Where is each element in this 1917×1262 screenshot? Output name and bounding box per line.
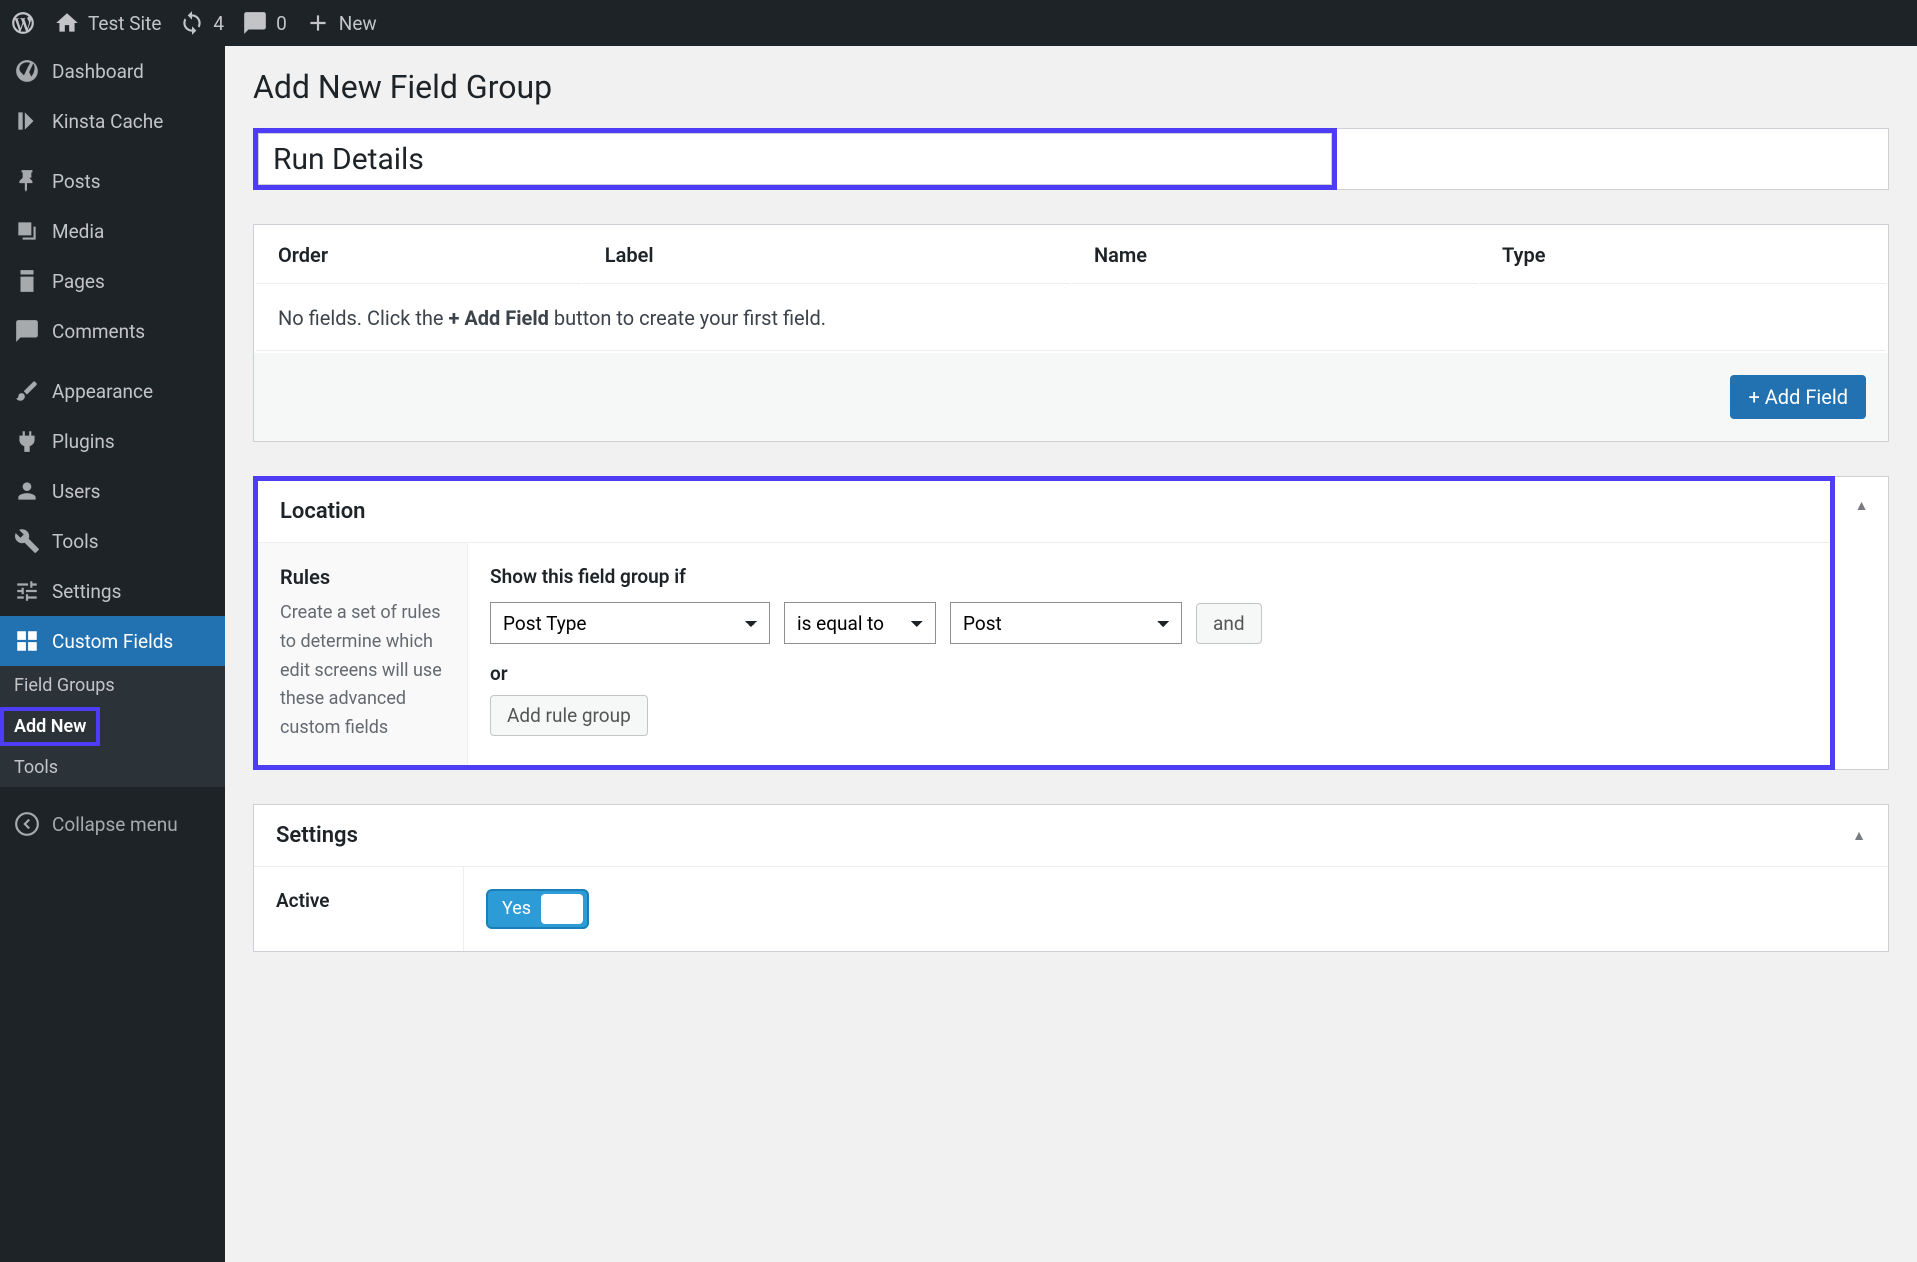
settings-active-label: Active — [254, 867, 464, 951]
refresh-icon — [179, 10, 205, 36]
collapse-label: Collapse menu — [52, 813, 178, 836]
location-rules-body: Show this field group if Post Type is eq… — [468, 543, 1830, 765]
new-label: New — [339, 12, 377, 35]
rules-title: Rules — [280, 565, 445, 589]
wordpress-icon — [10, 10, 36, 36]
sidebar-item-label: Kinsta Cache — [52, 110, 163, 133]
rule-row: Post Type is equal to Post and — [490, 602, 1808, 644]
brush-icon — [14, 378, 40, 404]
sidebar-item-plugins[interactable]: Plugins — [0, 416, 225, 466]
settings-collapse-arrow: ▲ — [1852, 827, 1866, 844]
page-title: Add New Field Group — [253, 68, 1889, 106]
rule-value-select[interactable]: Post — [950, 602, 1182, 644]
sidebar-item-posts[interactable]: Posts — [0, 156, 225, 206]
or-label: or — [490, 662, 1808, 685]
rule-operator-select[interactable]: is equal to — [784, 602, 936, 644]
and-button[interactable]: and — [1196, 603, 1262, 644]
sidebar-item-custom-fields[interactable]: Custom Fields — [0, 616, 225, 666]
sidebar-item-label: Media — [52, 220, 104, 243]
comment-icon — [242, 10, 268, 36]
sidebar-item-appearance[interactable]: Appearance — [0, 366, 225, 416]
toggle-knob — [541, 894, 583, 924]
submenu-tools[interactable]: Tools — [0, 748, 225, 787]
sidebar-item-users[interactable]: Users — [0, 466, 225, 516]
toggle-value: Yes — [502, 898, 531, 919]
empty-text-bold: + Add Field — [448, 306, 548, 330]
wp-logo[interactable] — [10, 10, 36, 36]
sidebar-item-label: Pages — [52, 270, 105, 293]
new-link[interactable]: New — [305, 10, 377, 36]
add-field-button[interactable]: + Add Field — [1730, 375, 1866, 419]
media-icon — [14, 218, 40, 244]
empty-text-prefix: No fields. Click the — [278, 306, 448, 330]
sidebar-item-settings[interactable]: Settings — [0, 566, 225, 616]
fields-panel: Order Label Name Type No fields. Click t… — [253, 224, 1889, 442]
sidebar-item-label: Users — [52, 480, 100, 503]
sidebar-item-label: Tools — [52, 530, 99, 553]
sidebar-item-media[interactable]: Media — [0, 206, 225, 256]
sidebar-item-comments[interactable]: Comments — [0, 306, 225, 356]
plug-icon — [14, 428, 40, 454]
add-rule-group-button[interactable]: Add rule group — [490, 695, 648, 736]
comments-link[interactable]: 0 — [242, 10, 287, 36]
empty-text-suffix: button to create your first field. — [549, 306, 826, 330]
sliders-icon — [14, 578, 40, 604]
sidebar-item-label: Settings — [52, 580, 121, 603]
sidebar-item-label: Posts — [52, 170, 101, 193]
pages-icon — [14, 268, 40, 294]
home-icon — [54, 10, 80, 36]
grid-icon — [14, 628, 40, 654]
sidebar-item-label: Plugins — [52, 430, 115, 453]
sidebar-item-label: Custom Fields — [52, 630, 173, 653]
site-link[interactable]: Test Site — [54, 10, 161, 36]
admin-sidebar: Dashboard Kinsta Cache Posts Media Pages… — [0, 46, 225, 1262]
updates-count: 4 — [213, 12, 224, 35]
col-label: Label — [583, 227, 1070, 284]
plus-icon — [305, 10, 331, 36]
location-collapse-arrow[interactable]: ▲ — [1855, 497, 1869, 514]
sidebar-item-label: Dashboard — [52, 60, 144, 83]
admin-bar: Test Site 4 0 New — [0, 0, 1917, 46]
show-if-label: Show this field group if — [490, 565, 1808, 588]
comments-icon — [14, 318, 40, 344]
settings-panel: Settings ▲ Active Yes — [253, 804, 1889, 952]
sidebar-item-label: Comments — [52, 320, 145, 343]
submenu-field-groups[interactable]: Field Groups — [0, 666, 225, 705]
pin-icon — [14, 168, 40, 194]
collapse-icon — [14, 811, 40, 837]
settings-title: Settings — [276, 823, 358, 848]
main-content: Add New Field Group Order Label Name Typ… — [225, 46, 1917, 1262]
empty-row: No fields. Click the + Add Field button … — [256, 286, 1886, 351]
user-icon — [14, 478, 40, 504]
collapse-menu[interactable]: Collapse menu — [0, 797, 225, 851]
rules-desc: Create a set of rules to determine which… — [280, 599, 445, 743]
submenu-add-new[interactable]: Add New — [0, 707, 100, 746]
comments-count: 0 — [276, 12, 287, 35]
col-order: Order — [256, 227, 581, 284]
kinsta-icon — [14, 108, 40, 134]
sidebar-item-kinsta[interactable]: Kinsta Cache — [0, 96, 225, 146]
location-rules-sidebar: Rules Create a set of rules to determine… — [258, 543, 468, 765]
active-toggle[interactable]: Yes — [486, 889, 589, 929]
table-header-row: Order Label Name Type — [256, 227, 1886, 284]
rule-param-select[interactable]: Post Type — [490, 602, 770, 644]
wrench-icon — [14, 528, 40, 554]
location-header[interactable]: Location — [258, 481, 1830, 543]
location-title: Location — [280, 499, 365, 524]
updates-link[interactable]: 4 — [179, 10, 224, 36]
settings-header[interactable]: Settings ▲ — [254, 805, 1888, 867]
field-group-title-input[interactable] — [258, 133, 1332, 185]
sidebar-item-pages[interactable]: Pages — [0, 256, 225, 306]
col-name: Name — [1072, 227, 1478, 284]
dashboard-icon — [14, 58, 40, 84]
location-panel: Location Rules Create a set of rules to … — [253, 476, 1835, 770]
custom-fields-submenu: Field Groups Add New Tools — [0, 666, 225, 787]
col-type: Type — [1480, 227, 1886, 284]
sidebar-item-dashboard[interactable]: Dashboard — [0, 46, 225, 96]
sidebar-item-tools[interactable]: Tools — [0, 516, 225, 566]
site-name: Test Site — [88, 12, 161, 35]
sidebar-item-label: Appearance — [52, 380, 153, 403]
